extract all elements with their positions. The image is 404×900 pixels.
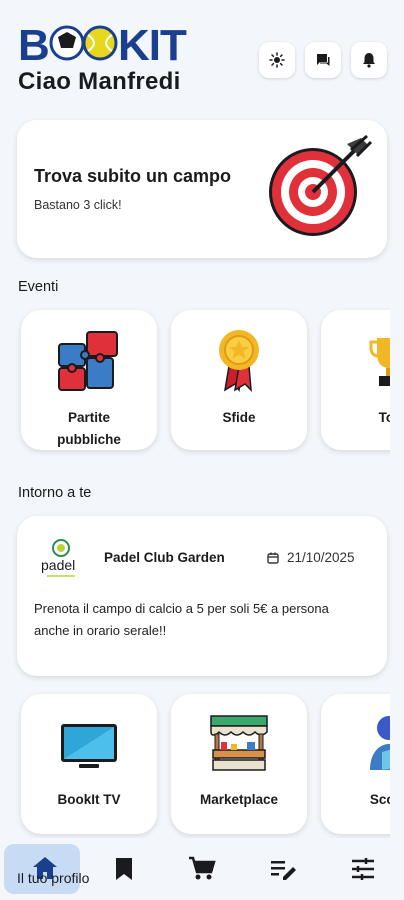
nearby-section-title: Intorno a te: [18, 485, 92, 501]
greeting: Ciao Manfredi: [18, 68, 181, 95]
notifications-button[interactable]: [351, 42, 387, 78]
medal-icon: [219, 330, 259, 392]
events-carousel[interactable]: Partite pubbliche Sfide Tor: [0, 306, 390, 456]
event-label: Sfide: [222, 410, 256, 425]
bottom-navigation: Il tuo profilo: [0, 838, 404, 900]
event-label-line1: Partite: [67, 410, 111, 425]
sliders-icon: [352, 858, 374, 880]
find-court-subtitle: Bastano 3 click!: [34, 198, 122, 212]
events-section-title: Eventi: [18, 279, 59, 295]
nav-edit-list-button[interactable]: [253, 838, 313, 900]
nav-bookings-button[interactable]: [94, 838, 154, 900]
news-date: 21/10/2025: [287, 550, 355, 565]
nav-filters-button[interactable]: [333, 838, 393, 900]
nav-cart-button[interactable]: [172, 838, 232, 900]
event-tile-challenges[interactable]: Sfide: [171, 310, 307, 450]
profile-label[interactable]: Il tuo profilo: [17, 870, 89, 886]
chat-icon: [317, 54, 330, 66]
services-carousel[interactable]: BookIt TV Marketplace Scopr: [0, 690, 390, 838]
service-label: Marketplace: [199, 792, 279, 807]
trophy-icon: [369, 338, 390, 386]
bookmark-icon: [116, 858, 132, 880]
bell-icon: [363, 53, 375, 68]
svg-text:KIT: KIT: [118, 21, 187, 66]
event-tile-tournaments[interactable]: Tor: [321, 310, 390, 450]
cart-icon: [189, 856, 216, 880]
service-tile-discover[interactable]: Scopr: [321, 694, 390, 834]
news-body: Prenota il campo di calcio a 5 per soli …: [34, 601, 329, 638]
service-tile-bookit-tv[interactable]: BookIt TV: [21, 694, 157, 834]
calendar-icon: [267, 552, 279, 564]
padel-club-logo: padel: [35, 534, 87, 582]
nearby-news-card[interactable]: padel Padel Club Garden 21/10/2025 Preno…: [17, 516, 387, 676]
event-label: Tor: [378, 410, 390, 425]
club-name: Padel Club Garden: [104, 550, 225, 565]
bookit-logo: B KIT: [18, 20, 202, 70]
target-icon: [269, 134, 373, 236]
edit-list-icon: [271, 861, 296, 880]
tv-icon: [61, 724, 117, 768]
svg-text:padel: padel: [41, 557, 75, 573]
service-label: BookIt TV: [57, 792, 121, 807]
event-label-line2: pubbliche: [57, 432, 121, 447]
market-stall-icon: [210, 715, 268, 771]
svg-text:B: B: [18, 21, 49, 66]
puzzle-icon: [58, 331, 118, 391]
nav-home-button[interactable]: [4, 844, 80, 894]
service-tile-marketplace[interactable]: Marketplace: [171, 694, 307, 834]
event-tile-public-matches[interactable]: Partite pubbliche: [21, 310, 157, 450]
find-court-title: Trova subito un campo: [34, 166, 232, 186]
discover-icon: [370, 716, 390, 770]
theme-toggle-button[interactable]: [259, 42, 295, 78]
find-court-card[interactable]: Trova subito un campo Bastano 3 click!: [17, 120, 387, 258]
service-label: Scopr: [369, 792, 390, 807]
chat-button[interactable]: [305, 42, 341, 78]
sun-icon: [269, 52, 285, 68]
